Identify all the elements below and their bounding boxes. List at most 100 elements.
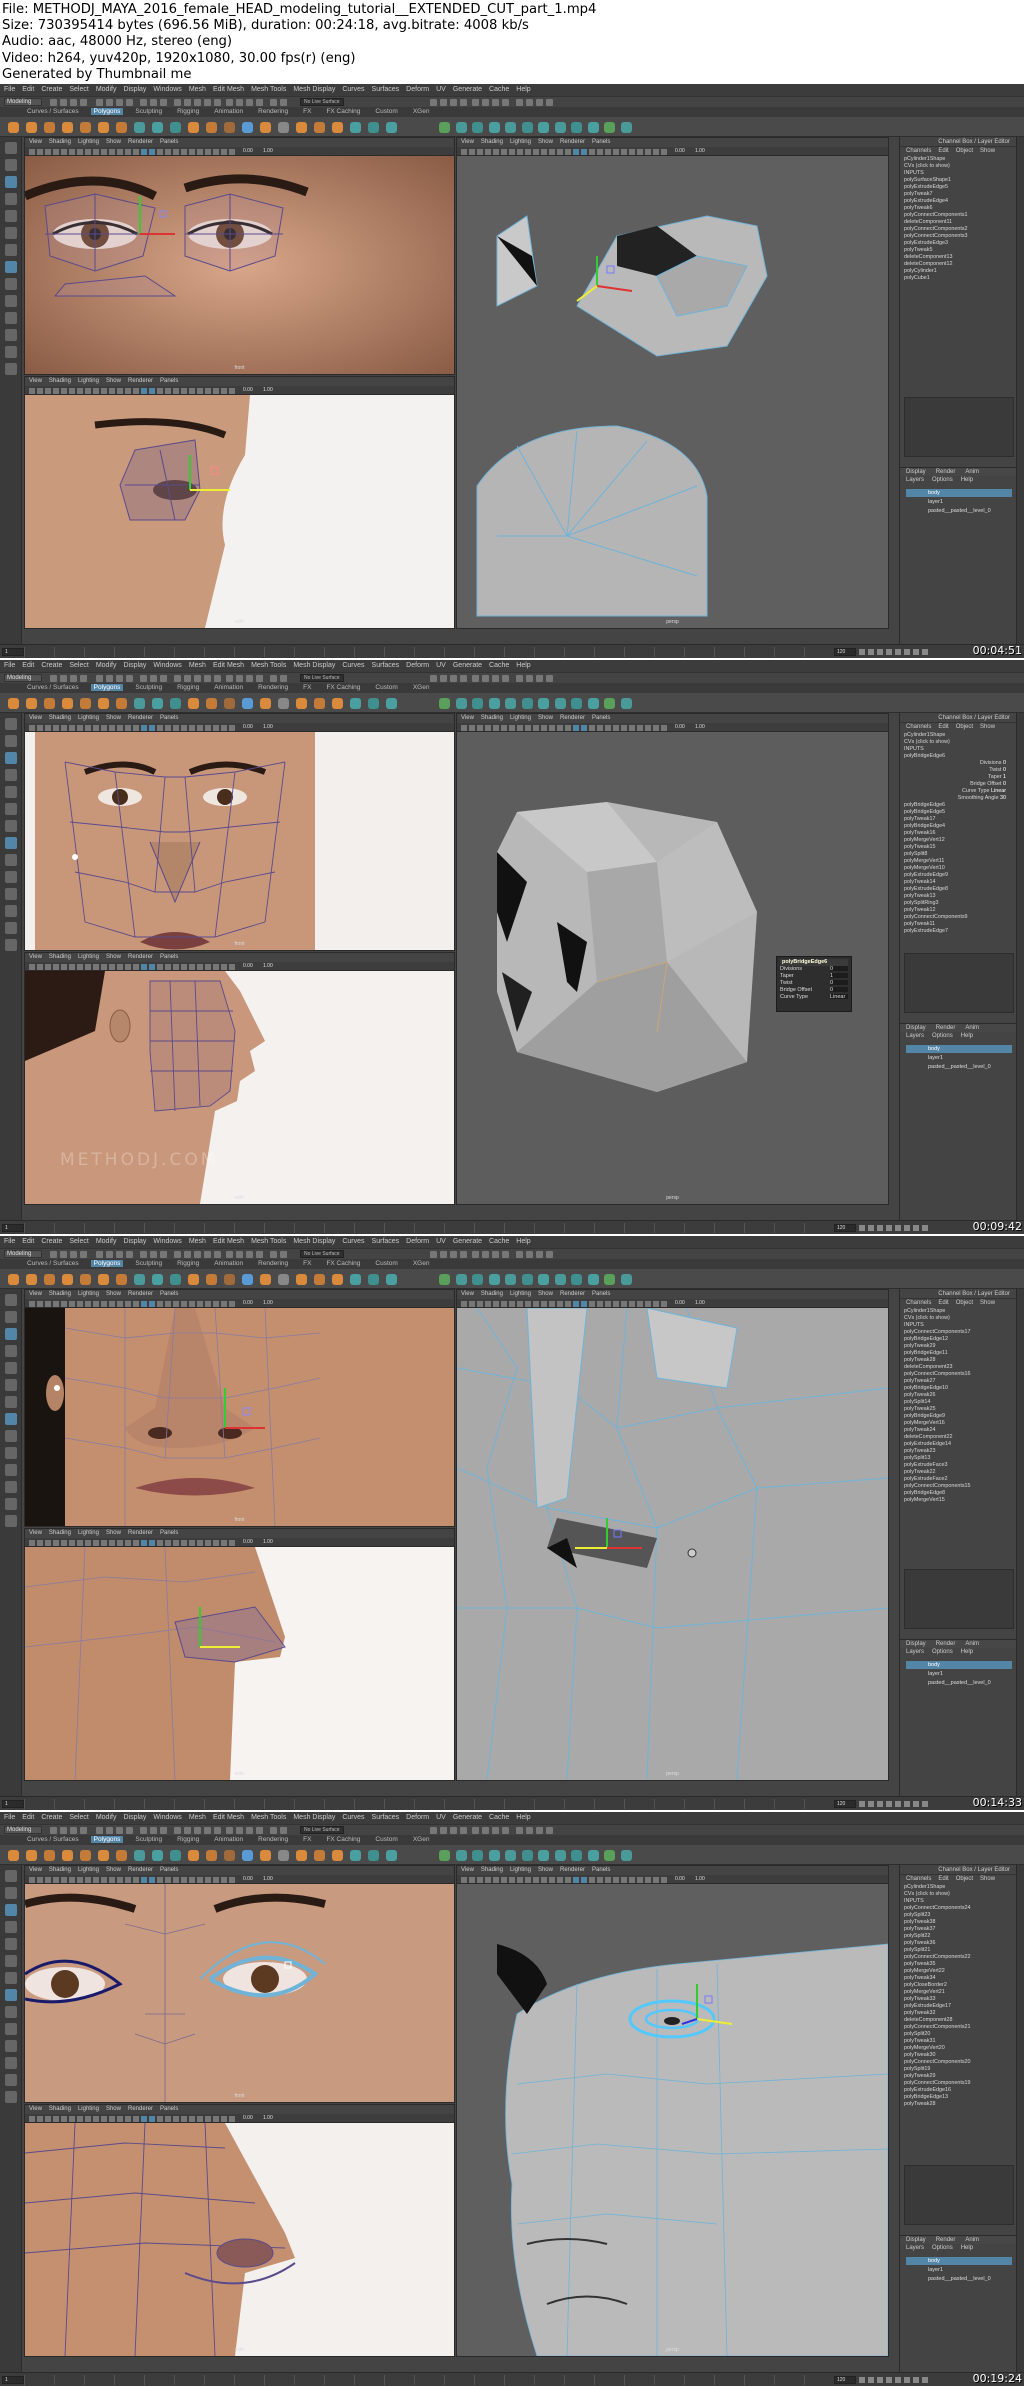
panel-toolbar-icon[interactable] xyxy=(77,2116,83,2122)
status-line-icon[interactable] xyxy=(226,1827,233,1834)
history-node[interactable]: polyMergeVert21 xyxy=(904,1989,1024,1996)
panel-menu-item[interactable]: Shading xyxy=(49,715,71,721)
panel-menu-item[interactable]: Shading xyxy=(49,954,71,960)
panel-menu-item[interactable]: Shading xyxy=(49,1867,71,1873)
panel-toolbar-icon[interactable] xyxy=(573,149,579,155)
status-line-icon[interactable] xyxy=(270,99,277,106)
panel-toolbar-icon[interactable] xyxy=(509,1877,515,1883)
history-node[interactable]: polyBridgeEdge9 xyxy=(904,1413,1024,1420)
panel-toolbar-icon[interactable] xyxy=(501,725,507,731)
attribute-row[interactable]: Divisions 0 xyxy=(904,760,1024,767)
status-line-icon[interactable] xyxy=(106,675,113,682)
playback-control-icon[interactable] xyxy=(868,649,874,655)
panel-menu-item[interactable]: View xyxy=(29,139,42,145)
panel-toolbar-icon[interactable] xyxy=(109,149,115,155)
time-ruler[interactable] xyxy=(24,1223,824,1233)
status-line-icon[interactable] xyxy=(70,1251,77,1258)
panel-toolbar-icon[interactable] xyxy=(173,964,179,970)
panel-toolbar-icon[interactable] xyxy=(117,725,123,731)
panel-toolbar-icon[interactable] xyxy=(205,1540,211,1546)
panel-toolbar-icon[interactable] xyxy=(213,725,219,731)
shelf-tool-icon[interactable] xyxy=(116,1850,127,1861)
panel-menu-item[interactable]: Show xyxy=(538,715,553,721)
history-node[interactable]: polyBridgeEdge6 xyxy=(904,802,1024,809)
panel-menu-item[interactable]: View xyxy=(461,139,474,145)
panel-toolbar-icon[interactable] xyxy=(101,725,107,731)
panel-toolbar-icon[interactable] xyxy=(61,1877,67,1883)
exposure-value[interactable]: 0.00 xyxy=(243,2115,253,2121)
status-line-icon[interactable] xyxy=(70,675,77,682)
history-node[interactable]: polySurfaceShape1 xyxy=(904,177,1024,184)
shelf-tool-icon[interactable] xyxy=(62,122,73,133)
panel-toolbar-icon[interactable] xyxy=(157,725,163,731)
history-node[interactable]: polyMergeVert16 xyxy=(904,1420,1024,1427)
panel-toolbar-icon[interactable] xyxy=(85,725,91,731)
panel-menu-item[interactable]: Show xyxy=(106,1291,121,1297)
gamma-value[interactable]: 1.00 xyxy=(263,1876,273,1882)
tool-icon[interactable] xyxy=(4,1870,17,1882)
tool-icon[interactable] xyxy=(4,1972,17,1984)
menu-item[interactable]: Mesh xyxy=(189,1814,206,1821)
display-layer[interactable]: body xyxy=(906,1045,1012,1053)
history-node[interactable]: polyBridgeEdge11 xyxy=(904,1350,1024,1357)
menu-item[interactable]: Curves xyxy=(342,1814,364,1821)
history-node[interactable]: polyTweak31 xyxy=(904,2038,1024,2045)
status-line-icon[interactable] xyxy=(140,1827,147,1834)
status-line-icon[interactable] xyxy=(536,1827,543,1834)
panel-toolbar-icon[interactable] xyxy=(565,1877,571,1883)
shelf-tool-icon[interactable] xyxy=(505,122,516,133)
shelf-tab[interactable]: Polygons xyxy=(90,1836,124,1843)
status-line-icon[interactable] xyxy=(502,1827,509,1834)
status-line-icon[interactable] xyxy=(430,99,437,106)
shelf-tool-icon[interactable] xyxy=(455,122,467,133)
panel-toolbar-icon[interactable] xyxy=(101,149,107,155)
panel-toolbar-icon[interactable] xyxy=(557,1301,563,1307)
panel-toolbar-icon[interactable] xyxy=(541,149,547,155)
status-line-icon[interactable] xyxy=(96,99,103,106)
shelf-tool-icon[interactable] xyxy=(571,1850,582,1861)
status-line-icon[interactable] xyxy=(472,675,479,682)
shelf-tool-icon[interactable] xyxy=(521,122,533,133)
menu-item[interactable]: Mesh xyxy=(189,86,206,93)
panel-toolbar-icon[interactable] xyxy=(77,1301,83,1307)
panel-toolbar-icon[interactable] xyxy=(173,1301,179,1307)
tool-icon[interactable] xyxy=(4,786,17,798)
status-line-icon[interactable] xyxy=(204,675,211,682)
panel-toolbar-icon[interactable] xyxy=(53,1301,59,1307)
panel-toolbar-icon[interactable] xyxy=(613,149,619,155)
history-node[interactable]: polyConnectComponents16 xyxy=(904,1371,1024,1378)
panel-menu-item[interactable]: Panels xyxy=(160,1867,178,1873)
display-layer[interactable]: pasted__pasted__level_0 xyxy=(906,2275,1012,2283)
gamma-value[interactable]: 1.00 xyxy=(695,148,705,154)
tool-icon[interactable] xyxy=(4,1938,17,1950)
history-node[interactable]: polyTweak29 xyxy=(904,2073,1024,2080)
shelf-tool-icon[interactable] xyxy=(116,1274,127,1285)
shelf-tool-icon[interactable] xyxy=(488,698,500,709)
history-node[interactable]: polyBridgeEdge5 xyxy=(904,809,1024,816)
panel-toolbar-icon[interactable] xyxy=(501,1301,507,1307)
history-node[interactable]: polyTweak17 xyxy=(904,816,1024,823)
history-node[interactable]: polyTweak28 xyxy=(904,2101,1024,2108)
menu-item[interactable]: Select xyxy=(69,662,88,669)
shelf-tool-icon[interactable] xyxy=(134,122,145,133)
tool-icon[interactable] xyxy=(4,1955,17,1967)
display-layer[interactable]: pasted__pasted__level_0 xyxy=(906,507,1012,515)
panel-toolbar-icon[interactable] xyxy=(645,1301,651,1307)
shelf-tab[interactable]: FX xyxy=(300,1836,314,1843)
status-line-icon[interactable] xyxy=(280,99,287,106)
panel-toolbar-icon[interactable] xyxy=(189,149,195,155)
status-line-icon[interactable] xyxy=(116,1251,123,1258)
panel-toolbar-icon[interactable] xyxy=(485,149,491,155)
tool-icon[interactable] xyxy=(4,2091,17,2103)
panel-toolbar-icon[interactable] xyxy=(53,149,59,155)
status-line-icon[interactable] xyxy=(450,1827,457,1834)
menu-item[interactable]: Modify xyxy=(96,1814,117,1821)
display-layer[interactable]: pasted__pasted__level_0 xyxy=(906,1679,1012,1687)
panel-toolbar-icon[interactable] xyxy=(213,149,219,155)
status-line-icon[interactable] xyxy=(482,1827,489,1834)
status-line-icon[interactable] xyxy=(236,675,243,682)
status-line-icon[interactable] xyxy=(256,1827,263,1834)
status-line-icon[interactable] xyxy=(160,1827,167,1834)
status-line-icon[interactable] xyxy=(270,675,277,682)
panel-toolbar-icon[interactable] xyxy=(149,1877,155,1883)
